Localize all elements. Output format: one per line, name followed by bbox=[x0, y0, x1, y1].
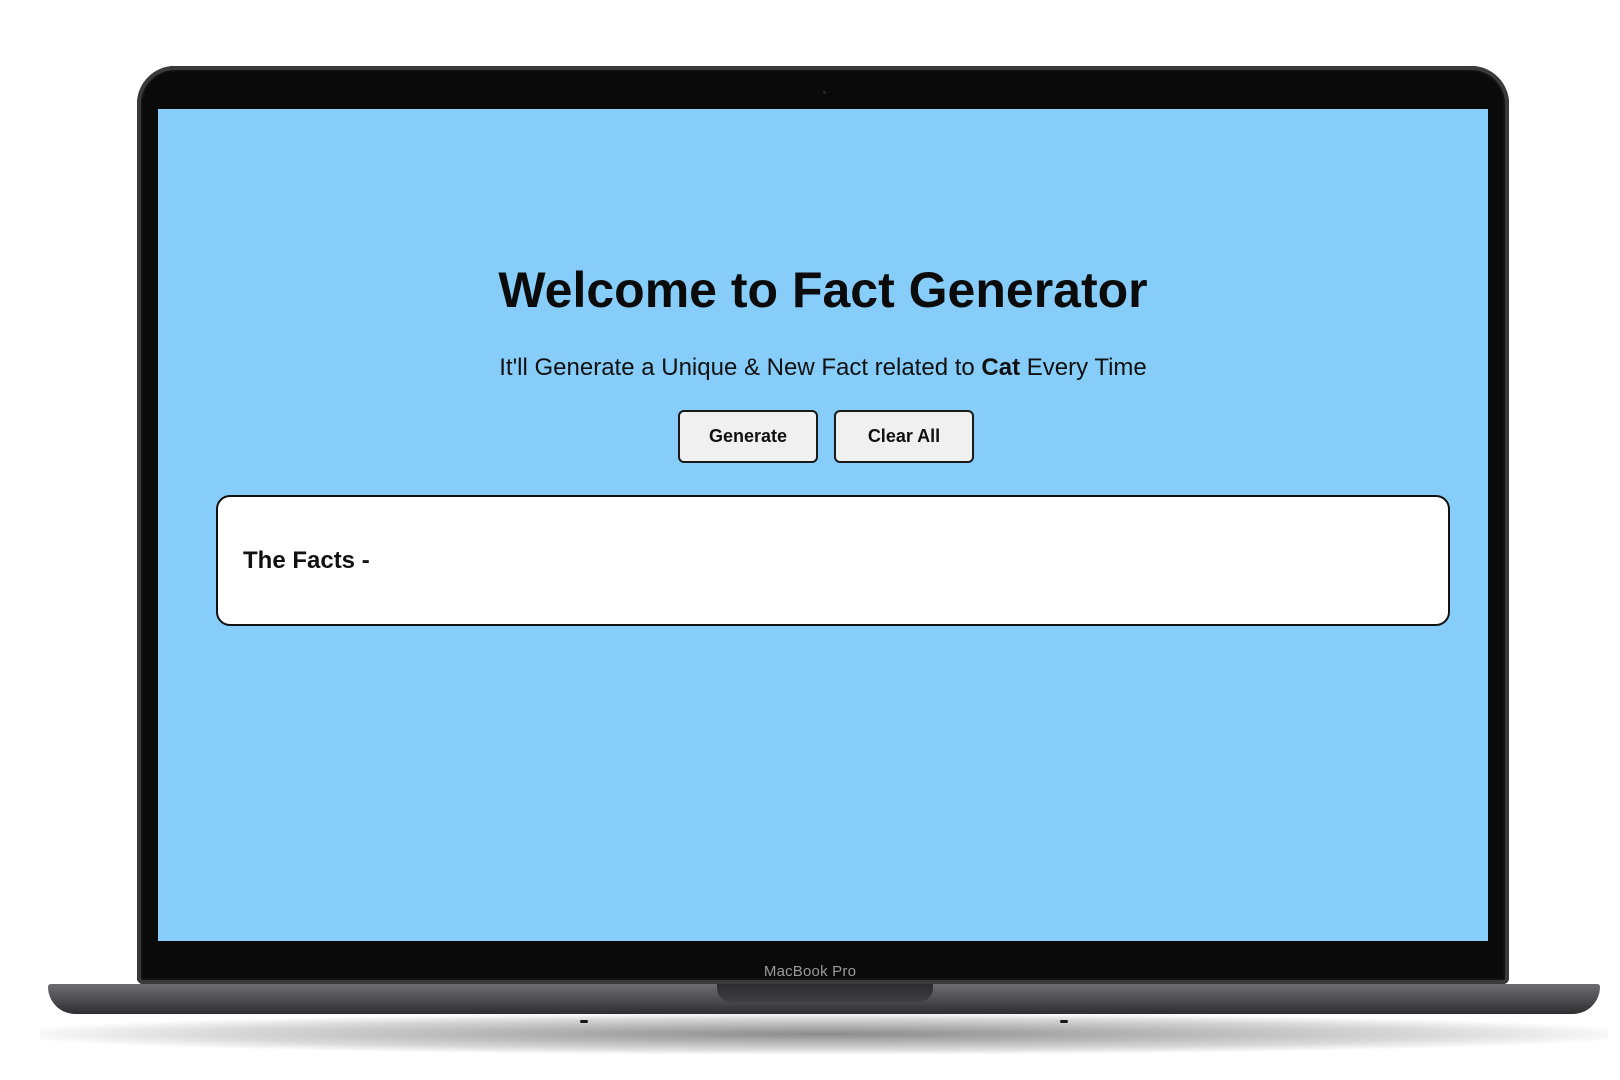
laptop-hinge-notch bbox=[717, 984, 933, 1002]
subtitle-suffix: Every Time bbox=[1020, 354, 1147, 381]
generate-button[interactable]: Generate bbox=[678, 410, 818, 463]
laptop-shadow bbox=[40, 1014, 1608, 1054]
action-buttons: Generate Clear All bbox=[158, 410, 1488, 463]
laptop-foot bbox=[580, 1020, 588, 1023]
laptop-mockup: Welcome to Fact Generator It'll Generate… bbox=[0, 0, 1620, 1080]
facts-panel: The Facts - bbox=[216, 495, 1450, 626]
browser-screen: Welcome to Fact Generator It'll Generate… bbox=[158, 109, 1488, 941]
device-label: MacBook Pro bbox=[763, 963, 857, 980]
subtitle-topic: Cat bbox=[981, 354, 1021, 381]
page-subtitle: It'll Generate a Unique & New Fact relat… bbox=[158, 354, 1488, 382]
subtitle-prefix: It'll Generate a Unique & New Fact relat… bbox=[499, 354, 982, 381]
laptop-foot bbox=[1060, 1020, 1068, 1023]
clear-all-button[interactable]: Clear All bbox=[834, 410, 974, 463]
page-title: Welcome to Fact Generator bbox=[498, 262, 1148, 318]
facts-heading: The Facts - bbox=[243, 547, 370, 574]
camera-icon bbox=[823, 91, 826, 94]
